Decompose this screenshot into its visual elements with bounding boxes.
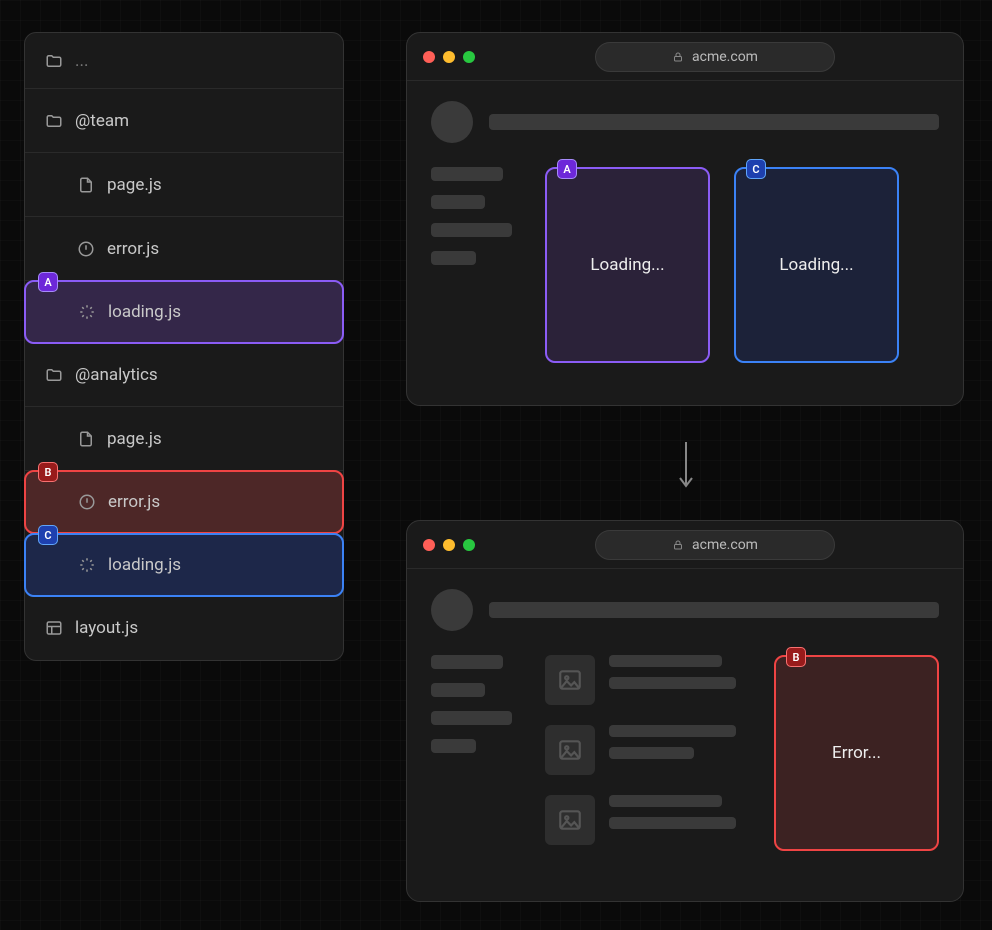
card-text: Error...: [832, 743, 881, 763]
tree-item-analytics[interactable]: @analytics: [25, 343, 343, 407]
placeholder-line: [431, 739, 476, 753]
url-text: acme.com: [692, 537, 758, 553]
browser-body: A Loading... C Loading...: [407, 81, 963, 383]
page-header-placeholder: [431, 589, 939, 631]
badge-b: B: [38, 462, 58, 482]
arrow-down-icon: [676, 440, 696, 490]
tree-item-team-loading[interactable]: A loading.js: [24, 280, 344, 344]
tree-item-label: error.js: [107, 239, 159, 259]
tree-item-analytics-loading[interactable]: C loading.js: [24, 533, 344, 597]
error-icon: [78, 493, 96, 511]
page-header-placeholder: [431, 101, 939, 143]
loading-card-a: A Loading...: [545, 167, 710, 363]
badge-c: C: [38, 525, 58, 545]
avatar-placeholder: [431, 101, 473, 143]
placeholder-line: [609, 677, 736, 689]
maximize-dot-icon[interactable]: [463, 539, 475, 551]
tree-item-label: loading.js: [108, 555, 181, 575]
sidebar-placeholder: [431, 167, 521, 265]
card-text: Loading...: [590, 255, 664, 275]
loading-icon: [78, 303, 96, 321]
tree-item-team[interactable]: @team: [25, 89, 343, 153]
tree-item-label: page.js: [107, 429, 162, 449]
close-dot-icon[interactable]: [423, 539, 435, 551]
placeholder-line: [431, 167, 503, 181]
card-text: Loading...: [779, 255, 853, 275]
tree-item-team-page[interactable]: page.js: [25, 153, 343, 217]
url-bar[interactable]: acme.com: [595, 42, 835, 72]
tree-header-label: ...: [75, 51, 88, 71]
folder-icon: [45, 52, 63, 70]
tree-item-label: layout.js: [75, 618, 138, 638]
image-placeholder-icon: [545, 795, 595, 845]
tree-item-analytics-error[interactable]: B error.js: [24, 470, 344, 534]
close-dot-icon[interactable]: [423, 51, 435, 63]
url-bar[interactable]: acme.com: [595, 530, 835, 560]
browser-bar: acme.com: [407, 521, 963, 569]
tree-item-label: @team: [75, 111, 129, 131]
avatar-placeholder: [431, 589, 473, 631]
placeholder-line: [609, 655, 722, 667]
error-card-b: B Error...: [774, 655, 939, 851]
file-tree-panel: ... @team page.js error.js A loading.js …: [24, 32, 344, 661]
image-placeholder-icon: [545, 655, 595, 705]
tree-item-label: error.js: [108, 492, 160, 512]
file-icon: [77, 430, 95, 448]
tree-item-label: page.js: [107, 175, 162, 195]
minimize-dot-icon[interactable]: [443, 539, 455, 551]
placeholder-line: [609, 747, 694, 759]
image-placeholder-icon: [545, 725, 595, 775]
lock-icon: [672, 51, 684, 63]
placeholder-line: [431, 711, 512, 725]
tree-item-layout[interactable]: layout.js: [25, 596, 343, 660]
tree-item-team-error[interactable]: error.js: [25, 217, 343, 281]
placeholder-line: [431, 683, 485, 697]
browser-mock-top: acme.com A Loading... C Loading...: [406, 32, 964, 406]
placeholder-line: [609, 817, 736, 829]
tree-item-label: loading.js: [108, 302, 181, 322]
browser-body: B Error...: [407, 569, 963, 871]
error-icon: [77, 240, 95, 258]
browser-bar: acme.com: [407, 33, 963, 81]
traffic-lights: [423, 51, 475, 63]
browser-mock-bottom: acme.com: [406, 520, 964, 902]
lock-icon: [672, 539, 684, 551]
badge-c: C: [746, 159, 766, 179]
url-text: acme.com: [692, 49, 758, 65]
loading-card-c: C Loading...: [734, 167, 899, 363]
minimize-dot-icon[interactable]: [443, 51, 455, 63]
list-item: [545, 725, 750, 775]
placeholder-line: [431, 195, 485, 209]
badge-a: A: [38, 272, 58, 292]
sidebar-placeholder: [431, 655, 521, 753]
content-list-placeholder: [545, 655, 750, 845]
title-placeholder: [489, 114, 939, 130]
list-item: [545, 795, 750, 845]
badge-b: B: [786, 647, 806, 667]
tree-item-analytics-page[interactable]: page.js: [25, 407, 343, 471]
placeholder-line: [431, 251, 476, 265]
placeholder-line: [609, 725, 736, 737]
placeholder-line: [431, 655, 503, 669]
traffic-lights: [423, 539, 475, 551]
file-icon: [77, 176, 95, 194]
layout-icon: [45, 619, 63, 637]
badge-a: A: [557, 159, 577, 179]
placeholder-line: [609, 795, 722, 807]
folder-icon: [45, 112, 63, 130]
folder-icon: [45, 366, 63, 384]
loading-icon: [78, 556, 96, 574]
maximize-dot-icon[interactable]: [463, 51, 475, 63]
placeholder-line: [431, 223, 512, 237]
title-placeholder: [489, 602, 939, 618]
tree-item-label: @analytics: [75, 365, 158, 385]
list-item: [545, 655, 750, 705]
tree-header-row: ...: [25, 33, 343, 89]
